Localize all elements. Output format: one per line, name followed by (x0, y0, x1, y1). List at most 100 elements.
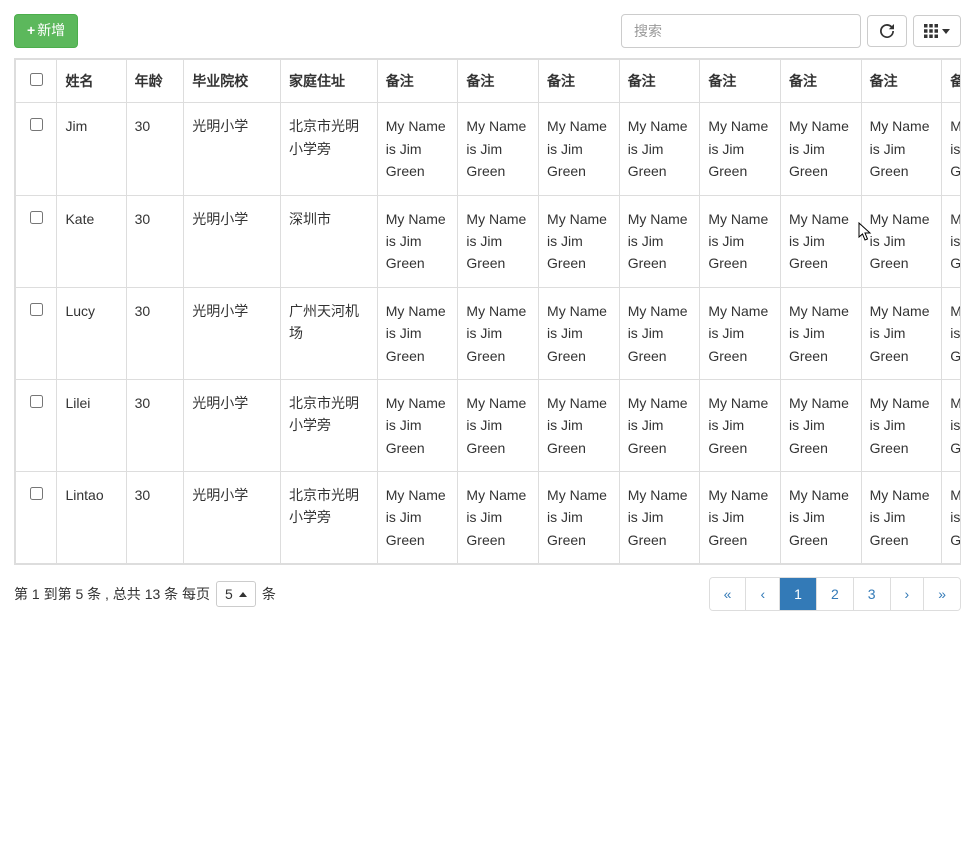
page-2[interactable]: 2 (817, 578, 854, 610)
cell-note: My Name is Jim Green (377, 472, 458, 564)
caret-up-icon (239, 592, 247, 597)
cell-note: My Name is Jim Green (619, 287, 700, 379)
row-checkbox-cell (16, 472, 57, 564)
cell-note: My Name is Jim Green (539, 287, 620, 379)
plus-icon: + (27, 21, 35, 41)
table-row: Lilei30光明小学北京市光明小学旁My Name is Jim GreenM… (16, 379, 962, 471)
cell-note: My Name is Jim Green (458, 472, 539, 564)
cell-note: My Name is Jim Green (619, 379, 700, 471)
cell-name: Jim (57, 103, 126, 195)
table-row: Kate30光明小学深圳市My Name is Jim GreenMy Name… (16, 195, 962, 287)
row-checkbox-cell (16, 103, 57, 195)
page-size-value: 5 (225, 586, 233, 602)
select-all-checkbox[interactable] (30, 73, 43, 86)
search-input[interactable] (621, 14, 861, 48)
cell-school: 光明小学 (184, 103, 281, 195)
cell-address: 深圳市 (280, 195, 377, 287)
add-button-label: 新增 (37, 21, 65, 41)
cell-note: My Name is Jim Green (619, 103, 700, 195)
cell-note: My Name is Jim Green (861, 103, 942, 195)
cell-note: My Name is Jim Green (861, 379, 942, 471)
page-3[interactable]: 3 (854, 578, 891, 610)
cell-note: My Name is Jim Green (780, 472, 861, 564)
page-1[interactable]: 1 (780, 578, 817, 610)
cell-note: My Name is Jim Green (780, 379, 861, 471)
header-checkbox-cell (16, 60, 57, 103)
add-button[interactable]: +新增 (14, 14, 78, 48)
header-note[interactable]: 备注 (458, 60, 539, 103)
header-school[interactable]: 毕业院校 (184, 60, 281, 103)
cell-note: My Name is Jim Green (377, 103, 458, 195)
row-checkbox[interactable] (30, 303, 43, 316)
columns-button[interactable] (913, 15, 961, 47)
pagination: « ‹ 1 2 3 › » (709, 577, 961, 611)
row-checkbox-cell (16, 379, 57, 471)
cell-note: My Name is Jim Green (539, 379, 620, 471)
cell-note: My Name is Jim Green (942, 103, 961, 195)
header-note[interactable]: 备注 (861, 60, 942, 103)
page-first[interactable]: « (710, 578, 747, 610)
cell-note: My Name is Jim Green (861, 195, 942, 287)
cell-age: 30 (126, 195, 184, 287)
cell-note: My Name is Jim Green (861, 472, 942, 564)
cell-school: 光明小学 (184, 195, 281, 287)
cell-school: 光明小学 (184, 472, 281, 564)
cell-note: My Name is Jim Green (780, 287, 861, 379)
table-row: Lucy30光明小学广州天河机场My Name is Jim GreenMy N… (16, 287, 962, 379)
cell-note: My Name is Jim Green (458, 103, 539, 195)
header-name[interactable]: 姓名 (57, 60, 126, 103)
page-next[interactable]: › (891, 578, 925, 610)
cell-age: 30 (126, 287, 184, 379)
row-checkbox[interactable] (30, 118, 43, 131)
header-note[interactable]: 备注 (619, 60, 700, 103)
cell-address: 北京市光明小学旁 (280, 103, 377, 195)
cell-age: 30 (126, 103, 184, 195)
cell-note: My Name is Jim Green (619, 195, 700, 287)
cell-note: My Name is Jim Green (861, 287, 942, 379)
table-row: Jim30光明小学北京市光明小学旁My Name is Jim GreenMy … (16, 103, 962, 195)
header-note[interactable]: 备注 (700, 60, 781, 103)
row-checkbox-cell (16, 287, 57, 379)
cell-note: My Name is Jim Green (377, 195, 458, 287)
cell-note: My Name is Jim Green (458, 379, 539, 471)
header-note[interactable]: 备注 (942, 60, 961, 103)
cell-note: My Name is Jim Green (539, 472, 620, 564)
row-checkbox[interactable] (30, 487, 43, 500)
page-size-select[interactable]: 5 (216, 581, 256, 607)
cell-school: 光明小学 (184, 379, 281, 471)
cell-note: My Name is Jim Green (942, 472, 961, 564)
pagination-info-suffix: 条 (262, 584, 276, 604)
row-checkbox[interactable] (30, 395, 43, 408)
header-age[interactable]: 年龄 (126, 60, 184, 103)
cell-note: My Name is Jim Green (458, 287, 539, 379)
cell-note: My Name is Jim Green (700, 287, 781, 379)
cell-note: My Name is Jim Green (377, 287, 458, 379)
cell-note: My Name is Jim Green (539, 103, 620, 195)
cell-note: My Name is Jim Green (700, 472, 781, 564)
caret-down-icon (942, 29, 950, 34)
row-checkbox[interactable] (30, 211, 43, 224)
cell-note: My Name is Jim Green (780, 103, 861, 195)
header-note[interactable]: 备注 (539, 60, 620, 103)
cell-age: 30 (126, 472, 184, 564)
page-prev[interactable]: ‹ (746, 578, 780, 610)
refresh-button[interactable] (867, 15, 907, 47)
data-table-container[interactable]: 姓名 年龄 毕业院校 家庭住址 备注 备注 备注 备注 备注 备注 备注 备注 … (14, 58, 961, 565)
cell-note: My Name is Jim Green (377, 379, 458, 471)
cell-note: My Name is Jim Green (458, 195, 539, 287)
cell-note: My Name is Jim Green (700, 103, 781, 195)
pagination-info-prefix: 第 1 到第 5 条 , 总共 13 条 每页 (14, 584, 210, 604)
cell-name: Lintao (57, 472, 126, 564)
cell-address: 北京市光明小学旁 (280, 472, 377, 564)
cell-note: My Name is Jim Green (942, 195, 961, 287)
header-address[interactable]: 家庭住址 (280, 60, 377, 103)
cell-note: My Name is Jim Green (619, 472, 700, 564)
cell-note: My Name is Jim Green (700, 195, 781, 287)
page-last[interactable]: » (924, 578, 960, 610)
header-note[interactable]: 备注 (780, 60, 861, 103)
cell-note: My Name is Jim Green (942, 287, 961, 379)
header-note[interactable]: 备注 (377, 60, 458, 103)
cell-note: My Name is Jim Green (700, 379, 781, 471)
refresh-icon (880, 24, 894, 38)
cell-school: 光明小学 (184, 287, 281, 379)
